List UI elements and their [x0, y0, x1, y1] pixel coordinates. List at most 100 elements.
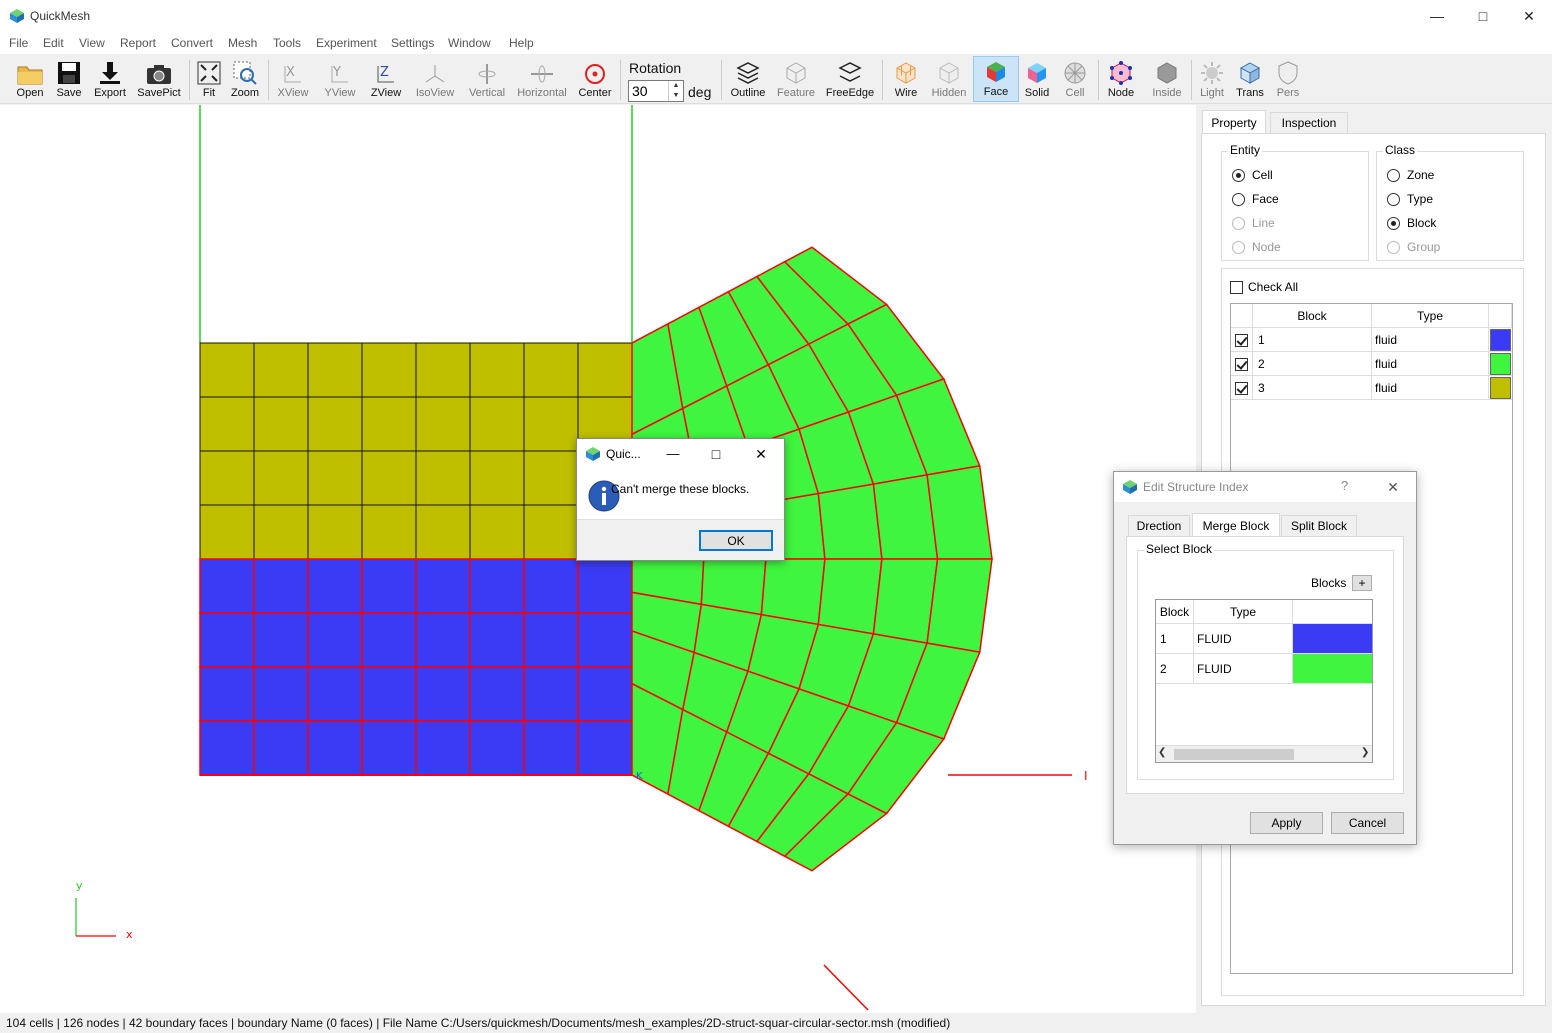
class-zone-radio[interactable]: Zone — [1387, 168, 1434, 182]
merge-row-color-swatch[interactable] — [1293, 654, 1372, 683]
open-button[interactable]: Open — [12, 56, 48, 102]
menu-report[interactable]: Report — [120, 36, 156, 50]
entity-group: Entity Cell Face Line Node — [1221, 143, 1369, 261]
apply-button[interactable]: Apply — [1250, 812, 1323, 834]
mesh-cell-block1 — [415, 558, 471, 614]
entity-cell-radio[interactable]: Cell — [1232, 168, 1273, 182]
row-checkbox[interactable] — [1235, 333, 1248, 347]
add-block-button[interactable]: + — [1352, 575, 1372, 591]
zoom-label: Zoom — [230, 87, 260, 99]
ok-button[interactable]: OK — [699, 530, 773, 551]
table-header-type[interactable]: Type — [1372, 304, 1489, 328]
isoview-button[interactable]: IsoView — [413, 56, 457, 102]
mesh-cell-block1 — [577, 558, 633, 614]
vertical-button[interactable]: Vertical — [465, 56, 509, 102]
menu-window[interactable]: Window — [448, 36, 491, 50]
open-label: Open — [16, 87, 44, 99]
mesh-cell-block3 — [307, 342, 363, 398]
check-all-checkbox[interactable]: Check All — [1230, 280, 1298, 294]
table-row[interactable]: 2 fluid — [1231, 352, 1512, 376]
table-row[interactable]: 1 fluid — [1231, 328, 1512, 352]
msgbox-minimize-button[interactable]: — — [661, 442, 685, 466]
mesh-cell-block3 — [523, 396, 579, 452]
merge-header-type[interactable]: Type — [1194, 600, 1293, 624]
mesh-cell-block1 — [577, 720, 633, 776]
mesh-cell-block1 — [307, 558, 363, 614]
xview-button[interactable]: X XView — [273, 56, 313, 102]
row-checkbox[interactable] — [1235, 381, 1248, 395]
export-button[interactable]: Export — [90, 56, 130, 102]
save-button[interactable]: Save — [52, 56, 86, 102]
class-group-radio[interactable]: Group — [1387, 240, 1440, 254]
merge-row-color-swatch[interactable] — [1293, 624, 1372, 653]
table-row[interactable]: 1 FLUID — [1156, 624, 1372, 654]
rotation-spinner[interactable]: ▲ ▼ — [668, 81, 683, 101]
fit-button[interactable]: Fit — [194, 56, 224, 102]
center-button[interactable]: Center — [575, 56, 615, 102]
help-button[interactable]: ? — [1341, 478, 1348, 493]
menu-convert[interactable]: Convert — [171, 36, 213, 50]
menu-experiment[interactable]: Experiment — [316, 36, 377, 50]
download-arrow-icon — [100, 62, 120, 84]
menu-help[interactable]: Help — [509, 36, 534, 50]
mesh-cell-block1 — [307, 720, 363, 776]
class-block-radio[interactable]: Block — [1387, 216, 1436, 230]
maximize-button[interactable]: □ — [1460, 0, 1506, 32]
menu-file[interactable]: File — [9, 36, 28, 50]
mesh-cell-block3 — [415, 342, 471, 398]
mesh-cell-block1 — [361, 666, 417, 722]
table-header-block[interactable]: Block — [1253, 304, 1372, 328]
mesh-cell-block3 — [253, 504, 309, 560]
entity-face-radio[interactable]: Face — [1232, 192, 1279, 206]
tab-split-block[interactable]: Split Block — [1281, 515, 1357, 537]
triad-y-label: y — [76, 879, 83, 892]
entity-node-radio[interactable]: Node — [1232, 240, 1281, 254]
cancel-button[interactable]: Cancel — [1331, 812, 1404, 834]
scroll-left-icon[interactable]: ❮ — [1158, 747, 1166, 758]
horizontal-scrollbar[interactable]: ❮ ❯ — [1156, 745, 1372, 762]
scroll-right-icon[interactable]: ❯ — [1361, 747, 1369, 758]
menu-tools[interactable]: Tools — [273, 36, 301, 50]
zoom-button[interactable]: Zoom — [228, 56, 262, 102]
y-axis-view-icon: Y — [331, 65, 348, 83]
row-color-swatch[interactable] — [1490, 353, 1511, 375]
tab-merge-block[interactable]: Merge Block — [1192, 513, 1280, 537]
app-logo-icon — [10, 9, 24, 23]
tab-property[interactable]: Property — [1202, 110, 1266, 134]
row-color-swatch[interactable] — [1490, 329, 1511, 351]
zview-button[interactable]: Z ZView — [366, 56, 406, 102]
check-all-box[interactable] — [1230, 280, 1243, 294]
merge-header-block[interactable]: Block — [1156, 600, 1194, 624]
msgbox-close-button[interactable]: ✕ — [749, 442, 773, 466]
menu-settings[interactable]: Settings — [391, 36, 434, 50]
table-row[interactable]: 3 fluid — [1231, 376, 1512, 400]
table-row[interactable]: 2 FLUID — [1156, 654, 1372, 684]
camera-icon — [147, 65, 171, 84]
edit-structure-dialog: Edit Structure Index ? ✕ Drection Merge … — [1113, 471, 1417, 845]
row-checkbox[interactable] — [1235, 357, 1248, 371]
msgbox-maximize-button[interactable]: □ — [704, 442, 728, 466]
mesh-cell-block3 — [253, 342, 309, 398]
menu-edit[interactable]: Edit — [43, 36, 64, 50]
zoom-magnifier-icon — [233, 61, 257, 85]
savepict-button[interactable]: SavePict — [135, 56, 183, 102]
horizontal-button[interactable]: Horizontal — [515, 56, 569, 102]
close-button[interactable]: ✕ — [1506, 0, 1552, 32]
mesh-cell-block1 — [469, 666, 525, 722]
yview-button[interactable]: Y YView — [320, 56, 360, 102]
dialog-close-button[interactable]: ✕ — [1382, 476, 1404, 498]
menu-mesh[interactable]: Mesh — [228, 36, 257, 50]
minimize-button[interactable]: — — [1414, 0, 1460, 32]
row-type: fluid — [1372, 376, 1489, 400]
scrollbar-thumb[interactable] — [1174, 749, 1294, 760]
mesh-cell-block3 — [199, 450, 255, 506]
tab-inspection[interactable]: Inspection — [1270, 112, 1348, 134]
class-type-radio[interactable]: Type — [1387, 192, 1433, 206]
mesh-cell-block1 — [415, 666, 471, 722]
entity-line-radio[interactable]: Line — [1232, 216, 1275, 230]
menu-view[interactable]: View — [79, 36, 105, 50]
row-color-swatch[interactable] — [1490, 377, 1511, 399]
x-axis-view-icon: X — [284, 65, 301, 83]
tab-drection[interactable]: Drection — [1128, 515, 1190, 537]
mesh-cell-block3 — [415, 504, 471, 560]
